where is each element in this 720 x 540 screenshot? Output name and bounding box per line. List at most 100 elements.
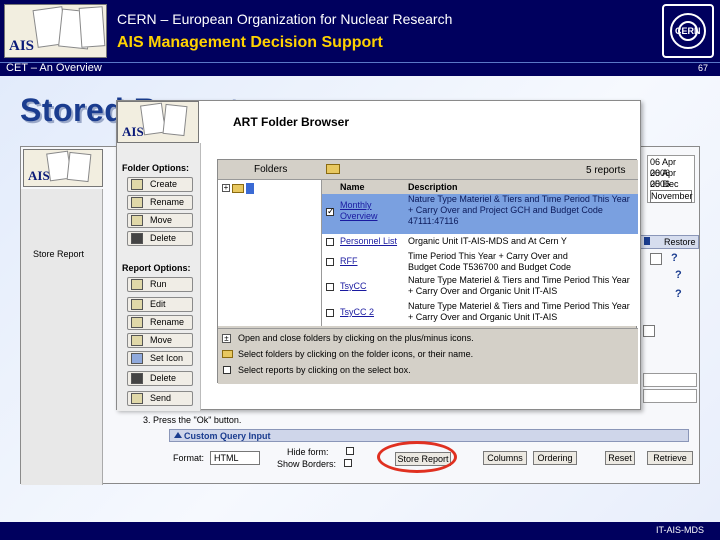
custom-query-label: Custom Query Input	[184, 431, 271, 441]
run-report-icon	[131, 279, 143, 290]
dropdown-arrow-1[interactable]	[650, 253, 662, 265]
send-report-icon	[131, 393, 143, 404]
hints-panel: ± Open and close folders by clicking on …	[218, 328, 638, 384]
expand-icon[interactable]: +	[222, 184, 230, 192]
set-icon-icon	[131, 353, 143, 364]
report-name[interactable]: Personnel List	[340, 236, 402, 247]
help-icon[interactable]: ?	[675, 269, 682, 281]
hint-text: Select folders by clicking on the folder…	[238, 349, 474, 359]
create-folder-icon	[131, 179, 143, 190]
row-checkbox[interactable]	[326, 238, 334, 246]
open-folder-icon	[326, 164, 340, 174]
app-title: AIS Management Decision Support	[117, 34, 383, 51]
send-report-button[interactable]: Send	[127, 391, 193, 406]
store-report-label: Store Report	[33, 249, 85, 259]
hide-form-checkbox[interactable]	[346, 447, 354, 455]
cern-logo-text: CERN	[675, 26, 701, 36]
report-count: 5 reports	[586, 165, 626, 176]
col-description-header: Description	[408, 182, 458, 192]
hide-form-label: Hide form:	[287, 447, 329, 457]
folder-icon	[222, 350, 233, 358]
run-report-button[interactable]: Run	[127, 277, 193, 292]
report-list: ✓ Monthly Overview Nature Type Materiel …	[322, 194, 638, 326]
report-name[interactable]: RFF	[340, 256, 402, 267]
retrieve-button[interactable]: Retrieve	[647, 451, 693, 465]
dropdown-arrow-2[interactable]	[643, 325, 655, 337]
delete-folder-button[interactable]: Delete	[127, 231, 193, 246]
table-row[interactable]: RFF Time Period This Year + Carry Over a…	[322, 250, 638, 283]
report-name[interactable]: TsyCC	[340, 281, 402, 292]
reset-button[interactable]: Reset	[605, 451, 635, 465]
browser-title: ART Folder Browser	[233, 115, 350, 129]
ais-logo-text: AIS	[9, 38, 35, 54]
format-select[interactable]: HTML	[210, 451, 260, 465]
report-name[interactable]: Monthly Overview	[340, 200, 402, 222]
footer-bar: IT-AIS-MDS	[0, 522, 720, 540]
collapse-icon[interactable]	[174, 432, 182, 438]
ordering-button[interactable]: Ordering	[533, 451, 577, 465]
ais-logo: AIS	[4, 4, 107, 58]
delete-folder-icon	[131, 233, 143, 244]
text-field[interactable]	[643, 389, 697, 403]
report-description: Nature Type Materiel & Tiers and Time Pe…	[408, 301, 630, 322]
edit-report-button[interactable]: Edit	[127, 297, 193, 312]
row-checkbox[interactable]	[326, 258, 334, 266]
move-report-icon	[131, 335, 143, 346]
report-options-heading: Report Options:	[122, 263, 191, 273]
move-folder-button[interactable]: Move	[127, 213, 193, 228]
cern-logo: CERN	[662, 4, 714, 58]
org-title: CERN – European Organization for Nuclear…	[117, 11, 453, 27]
restore-button[interactable]: Restore	[639, 235, 699, 249]
browser-ais-logo: AIS	[117, 101, 199, 143]
show-borders-checkbox[interactable]	[344, 459, 352, 467]
page-number: 67	[698, 63, 709, 73]
create-folder-button[interactable]: Create	[127, 177, 193, 192]
row-checkbox[interactable]	[326, 309, 334, 317]
checkmark-icon: ✓	[327, 206, 335, 216]
move-folder-icon	[131, 215, 143, 226]
section-title: CET – An Overview	[6, 62, 102, 74]
delete-report-icon	[131, 373, 143, 384]
report-name[interactable]: TsyCC 2	[340, 307, 402, 318]
options-panel: Folder Options: Create Rename Move Delet…	[117, 143, 201, 411]
hint-text: Open and close folders by clicking on th…	[238, 333, 474, 343]
rename-report-button[interactable]: Rename	[127, 315, 193, 330]
folder-selection[interactable]	[246, 183, 254, 194]
table-row[interactable]: TsyCC 2 Nature Type Materiel & Tiers and…	[322, 300, 638, 326]
highlight-circle	[377, 441, 457, 473]
format-label: Format:	[173, 453, 205, 463]
header-bar: AIS CERN – European Organization for Nuc…	[0, 0, 720, 62]
restore-icon	[644, 237, 650, 245]
rename-report-icon	[131, 317, 143, 328]
step-instruction: 3. Press the "Ok" button.	[143, 415, 242, 425]
folders-header: Folders	[254, 164, 288, 175]
section-bar: CET – An Overview 67	[0, 62, 720, 76]
bg-ais-logo: AIS	[23, 149, 103, 187]
move-report-button[interactable]: Move	[127, 333, 193, 348]
plus-minus-icon: ±	[222, 334, 231, 343]
table-row[interactable]: ✓ Monthly Overview Nature Type Materiel …	[322, 194, 638, 234]
report-description: Nature Type Materiel & Tiers and Time Pe…	[408, 194, 630, 226]
table-row[interactable]: Personnel List Organic Unit IT-AIS-MDS a…	[322, 234, 638, 250]
hint-text: Select reports by clicking on the select…	[238, 365, 411, 375]
table-row[interactable]: TsyCC Nature Type Materiel & Tiers and T…	[322, 274, 638, 300]
rename-folder-icon	[131, 197, 143, 208]
report-description: Nature Type Materiel & Tiers and Time Pe…	[408, 275, 630, 296]
text-field[interactable]	[643, 373, 697, 387]
folder-icon[interactable]	[232, 184, 244, 193]
help-icon[interactable]: ?	[675, 288, 682, 300]
folder-browser-window: AIS ART Folder Browser Folder Options: C…	[116, 100, 641, 411]
report-description: Organic Unit IT-AIS-MDS and At Cern Y	[408, 236, 567, 246]
set-icon-button[interactable]: Set Icon	[127, 351, 193, 366]
folder-options-heading: Folder Options:	[122, 163, 189, 173]
columns-button[interactable]: Columns	[483, 451, 527, 465]
browser-panel: Folders + 5 reports Name Description ✓ M…	[217, 159, 638, 384]
month-dropdown[interactable]: November	[650, 190, 693, 203]
row-checkbox[interactable]	[326, 283, 334, 291]
rename-folder-button[interactable]: Rename	[127, 195, 193, 210]
delete-report-button[interactable]: Delete	[127, 371, 193, 386]
help-icon[interactable]: ?	[671, 252, 678, 264]
folder-tree: +	[218, 180, 322, 326]
show-borders-label: Show Borders:	[277, 459, 337, 469]
select-box-icon	[223, 366, 231, 374]
